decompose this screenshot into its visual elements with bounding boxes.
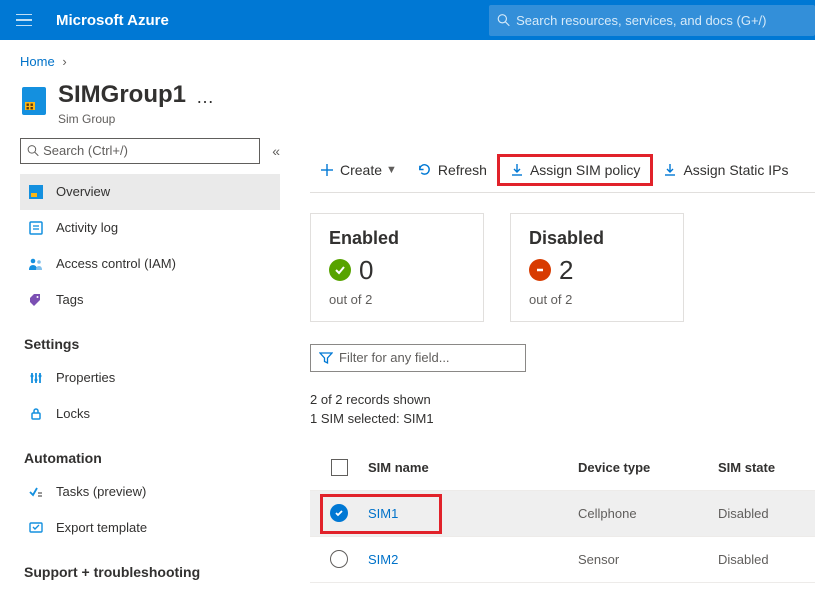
- assign-sim-policy-button[interactable]: Assign SIM policy: [497, 154, 653, 186]
- sidebar-section-automation: Automation: [20, 450, 280, 466]
- table-header: SIM name Device type SIM state: [310, 445, 815, 491]
- column-header-state[interactable]: SIM state: [718, 460, 815, 475]
- row-select[interactable]: [310, 550, 368, 568]
- device-type-cell: Cellphone: [578, 506, 718, 521]
- global-search-input[interactable]: [516, 13, 807, 28]
- sim-link[interactable]: SIM1: [368, 506, 398, 521]
- global-search[interactable]: [489, 5, 815, 36]
- download-icon: [663, 163, 677, 177]
- row-select[interactable]: [310, 504, 368, 522]
- sidebar-item-label: Overview: [56, 184, 110, 199]
- page-title-row: SIMGroup1 Sim Group …: [0, 77, 815, 138]
- sidebar-item-tags[interactable]: Tags: [20, 282, 280, 318]
- records-count: 2 of 2 records shown: [310, 390, 815, 410]
- page-subtitle: Sim Group: [58, 112, 186, 126]
- filter-box[interactable]: [310, 344, 526, 372]
- locks-icon: [28, 406, 44, 422]
- sim-link[interactable]: SIM2: [368, 552, 398, 567]
- sidebar-item-label: Locks: [56, 406, 90, 421]
- search-icon: [27, 144, 39, 157]
- refresh-icon: [417, 162, 432, 177]
- column-header-name[interactable]: SIM name: [368, 460, 578, 475]
- collapse-sidebar-button[interactable]: «: [272, 143, 280, 159]
- checked-icon: [330, 504, 348, 522]
- sim-state-cell: Disabled: [718, 552, 815, 567]
- table-row[interactable]: SIM1 Cellphone Disabled: [310, 491, 815, 537]
- sidebar-item-label: Export template: [56, 520, 147, 535]
- table-row[interactable]: SIM2 Sensor Disabled: [310, 537, 815, 583]
- success-badge-icon: [329, 259, 351, 281]
- assign-policy-label: Assign SIM policy: [530, 162, 640, 178]
- sidebar-item-label: Tags: [56, 292, 83, 307]
- records-selection: 1 SIM selected: SIM1: [310, 409, 815, 429]
- export-template-icon: [28, 520, 44, 536]
- device-type-cell: Sensor: [578, 552, 718, 567]
- sidebar-item-activity-log[interactable]: Activity log: [20, 210, 280, 246]
- create-button[interactable]: Create ▼: [310, 154, 407, 186]
- toolbar: Create ▼ Refresh Assign SIM policy Assig…: [310, 154, 815, 193]
- sidebar-item-label: Properties: [56, 370, 115, 385]
- refresh-button[interactable]: Refresh: [407, 154, 497, 186]
- chevron-down-icon: ▼: [386, 164, 397, 176]
- sidebar-item-tasks[interactable]: Tasks (preview): [20, 474, 280, 510]
- top-bar: Microsoft Azure: [0, 0, 815, 40]
- disabled-value: 2: [559, 255, 573, 286]
- sidebar: « Overview Activity log Access control (…: [0, 138, 290, 600]
- sidebar-item-access-control[interactable]: Access control (IAM): [20, 246, 280, 282]
- search-icon: [497, 13, 510, 27]
- iam-icon: [28, 256, 44, 272]
- assign-ips-label: Assign Static IPs: [683, 162, 788, 178]
- sim-state-cell: Disabled: [718, 506, 815, 521]
- disabled-label: Disabled: [529, 228, 665, 249]
- sidebar-item-locks[interactable]: Locks: [20, 396, 280, 432]
- activity-log-icon: [28, 220, 44, 236]
- enabled-card: Enabled 0 out of 2: [310, 213, 484, 322]
- sidebar-item-overview[interactable]: Overview: [20, 174, 280, 210]
- brand-label: Microsoft Azure: [48, 12, 169, 29]
- hamburger-icon: [16, 14, 32, 26]
- breadcrumb: Home ›: [0, 40, 815, 77]
- breadcrumb-home-link[interactable]: Home: [20, 54, 55, 69]
- sim-table: SIM name Device type SIM state SIM1 Cell…: [310, 445, 815, 583]
- download-icon: [510, 163, 524, 177]
- refresh-label: Refresh: [438, 162, 487, 178]
- main-content: Create ▼ Refresh Assign SIM policy Assig…: [290, 138, 815, 600]
- select-all-checkbox[interactable]: [310, 459, 368, 476]
- tags-icon: [28, 292, 44, 308]
- properties-icon: [28, 370, 44, 386]
- enabled-label: Enabled: [329, 228, 465, 249]
- status-cards: Enabled 0 out of 2 Disabled 2 out of 2: [310, 213, 815, 322]
- overview-icon: [28, 184, 44, 200]
- assign-static-ips-button[interactable]: Assign Static IPs: [653, 154, 798, 186]
- disabled-sub: out of 2: [529, 292, 665, 307]
- create-label: Create: [340, 162, 382, 178]
- filter-input[interactable]: [339, 350, 517, 365]
- sidebar-item-export-template[interactable]: Export template: [20, 510, 280, 546]
- resource-icon: [20, 85, 48, 115]
- column-header-type[interactable]: Device type: [578, 460, 718, 475]
- sidebar-item-properties[interactable]: Properties: [20, 360, 280, 396]
- sidebar-section-settings: Settings: [20, 336, 280, 352]
- chevron-right-icon: ›: [62, 54, 66, 69]
- page-title: SIMGroup1: [58, 81, 186, 110]
- disabled-card: Disabled 2 out of 2: [510, 213, 684, 322]
- sidebar-search[interactable]: [20, 138, 260, 164]
- more-actions-button[interactable]: …: [196, 87, 215, 108]
- sidebar-section-support: Support + troubleshooting: [20, 564, 280, 580]
- unchecked-icon: [330, 550, 348, 568]
- records-summary: 2 of 2 records shown 1 SIM selected: SIM…: [310, 390, 815, 429]
- enabled-value: 0: [359, 255, 373, 286]
- sidebar-item-label: Tasks (preview): [56, 484, 146, 499]
- tasks-icon: [28, 484, 44, 500]
- sidebar-search-input[interactable]: [43, 143, 253, 158]
- sidebar-item-label: Activity log: [56, 220, 118, 235]
- error-badge-icon: [529, 259, 551, 281]
- plus-icon: [320, 163, 334, 177]
- filter-icon: [319, 351, 333, 365]
- hamburger-menu-button[interactable]: [0, 0, 48, 40]
- enabled-sub: out of 2: [329, 292, 465, 307]
- sidebar-item-label: Access control (IAM): [56, 256, 176, 271]
